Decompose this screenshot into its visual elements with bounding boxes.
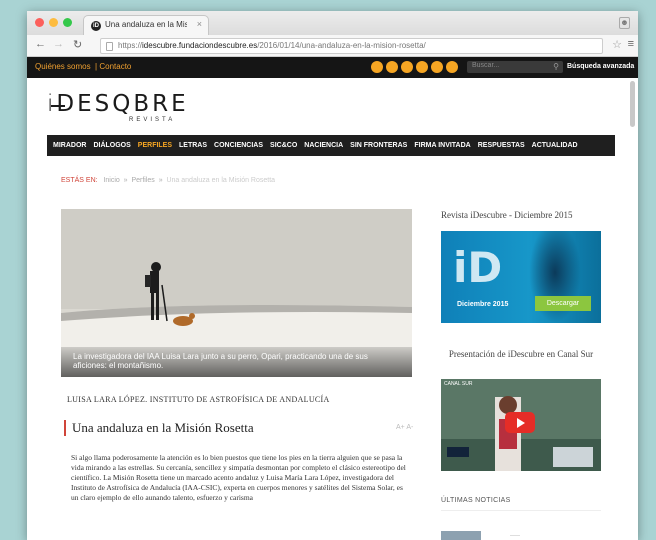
quienes-somos-link[interactable]: Quiénes somos [35, 62, 91, 71]
search-placeholder: Buscar... [472, 62, 500, 69]
forward-icon[interactable]: → [53, 38, 64, 50]
scrollbar-thumb[interactable] [630, 81, 635, 127]
nav-item-letras[interactable]: LETRAS [179, 142, 207, 149]
browser-toolbar: ← → ↻ https://idescubre.fundaciondescubr… [27, 35, 638, 57]
hero-caption: La investigadora del IAA Luisa Lara junt… [61, 347, 412, 377]
banner-month: Diciembre 2015 [457, 301, 509, 308]
breadcrumb-separator: » [158, 177, 163, 184]
facebook-icon[interactable] [371, 61, 383, 73]
site-top-bar: Quiénes somos | Contacto Buscar... ⚲ Bús… [27, 57, 638, 78]
banner-logo: iD [453, 243, 503, 292]
nav-item-perfiles[interactable]: PERFILES [138, 142, 172, 149]
youtube-icon[interactable] [416, 61, 428, 73]
hero-image[interactable]: La investigadora del IAA Luisa Lara junt… [61, 209, 412, 377]
main-nav: MIRADOR DIÁLOGOS PERFILES LETRAS CONCIENCIAS… [47, 135, 615, 156]
news-meta: —— [510, 533, 520, 539]
nav-item-actualidad[interactable]: ACTUALIDAD [532, 142, 578, 149]
search-icon[interactable]: ⚲ [553, 62, 559, 71]
news-heading-text: ÚLTIMAS NOTICIAS [441, 497, 511, 504]
nav-item-sin-fronteras[interactable]: SIN FRONTERAS [350, 142, 407, 149]
breadcrumb-separator: » [123, 177, 128, 184]
video-channel-label: CANAL SUR [444, 381, 473, 387]
nav-item-conciencias[interactable]: CONCIENCIAS [214, 142, 263, 149]
site-logo[interactable]: iDESQBRE [47, 91, 189, 117]
breadcrumb-home-link[interactable]: Inicio [103, 177, 119, 184]
breadcrumb-current: Una andaluza en la Misión Rosetta [166, 177, 276, 184]
nav-item-naciencia[interactable]: NACIENCIA [304, 142, 343, 149]
download-button[interactable]: Descargar [535, 296, 591, 311]
reload-icon[interactable]: ↻ [73, 38, 82, 51]
nav-item-mirador[interactable]: MIRADOR [53, 142, 86, 149]
tab-close-icon[interactable]: × [197, 19, 202, 29]
tab-title: Una andaluza en la Misión [105, 20, 187, 29]
bookmark-star-icon[interactable]: ☆ [612, 38, 622, 51]
breadcrumb: ESTÁS EN: Inicio » Perfiles » Una andalu… [61, 177, 275, 184]
twitter-icon[interactable] [386, 61, 398, 73]
font-size-controls[interactable]: A+ A- [396, 424, 413, 431]
news-heading: ÚLTIMAS NOTICIAS [441, 489, 601, 511]
video-player[interactable]: CANAL SUR [441, 379, 601, 471]
revista-banner[interactable]: iD Diciembre 2015 Descargar [441, 231, 601, 323]
page-icon [106, 42, 113, 51]
browser-window: iD Una andaluza en la Misión × ☻ ← → ↻ h… [27, 11, 638, 540]
address-bar[interactable]: https://idescubre.fundaciondescubre.es/2… [100, 38, 603, 54]
play-icon[interactable] [505, 412, 535, 433]
logo-subtitle: REVISTA [129, 117, 176, 123]
nav-item-sic-co[interactable]: SIC&CO [270, 142, 297, 149]
site-search-input[interactable]: Buscar... ⚲ [467, 61, 563, 73]
nav-item-respuestas[interactable]: RESPUESTAS [478, 142, 525, 149]
rss-icon[interactable] [446, 61, 458, 73]
link-separator: | [95, 62, 98, 71]
menu-icon[interactable]: ≡ [628, 38, 634, 50]
minimize-window-button[interactable] [49, 18, 58, 27]
title-accent [64, 420, 66, 436]
hero-caption-text: La investigadora del IAA Luisa Lara junt… [73, 352, 368, 370]
close-window-button[interactable] [35, 18, 44, 27]
top-links: Quiénes somos | Contacto [35, 62, 131, 71]
revista-heading: Revista iDescubre - Diciembre 2015 [441, 210, 573, 220]
browser-tab[interactable]: iD Una andaluza en la Misión × [83, 15, 209, 35]
flickr-icon[interactable] [401, 61, 413, 73]
back-icon[interactable]: ← [35, 38, 46, 50]
title-bar: iD Una andaluza en la Misión × ☻ [27, 11, 638, 35]
advanced-search-link[interactable]: Búsqueda avanzada [567, 63, 634, 70]
social-icons [371, 61, 458, 73]
article-author: LUISA LARA LÓPEZ. INSTITUTO DE ASTROFÍSI… [67, 395, 330, 404]
favicon-icon: iD [91, 21, 101, 31]
article-title: Una andaluza en la Misión Rosetta [72, 420, 254, 435]
article-body: Si algo llama poderosamente la atención … [71, 453, 406, 502]
canal-sur-heading: Presentación de iDescubre en Canal Sur [448, 349, 594, 359]
contacto-link[interactable]: Contacto [99, 62, 131, 71]
nav-item-di-logos[interactable]: DIÁLOGOS [93, 142, 130, 149]
zoom-window-button[interactable] [63, 18, 72, 27]
profile-icon[interactable]: ☻ [619, 17, 630, 29]
share-icon[interactable] [431, 61, 443, 73]
breadcrumb-perfiles-link[interactable]: Perfiles [131, 177, 154, 184]
nav-item-firma-invitada[interactable]: FIRMA INVITADA [414, 142, 470, 149]
news-thumbnail[interactable] [441, 531, 481, 540]
breadcrumb-label: ESTÁS EN: [61, 177, 98, 184]
url-text: https://idescubre.fundaciondescubre.es/2… [118, 41, 426, 50]
